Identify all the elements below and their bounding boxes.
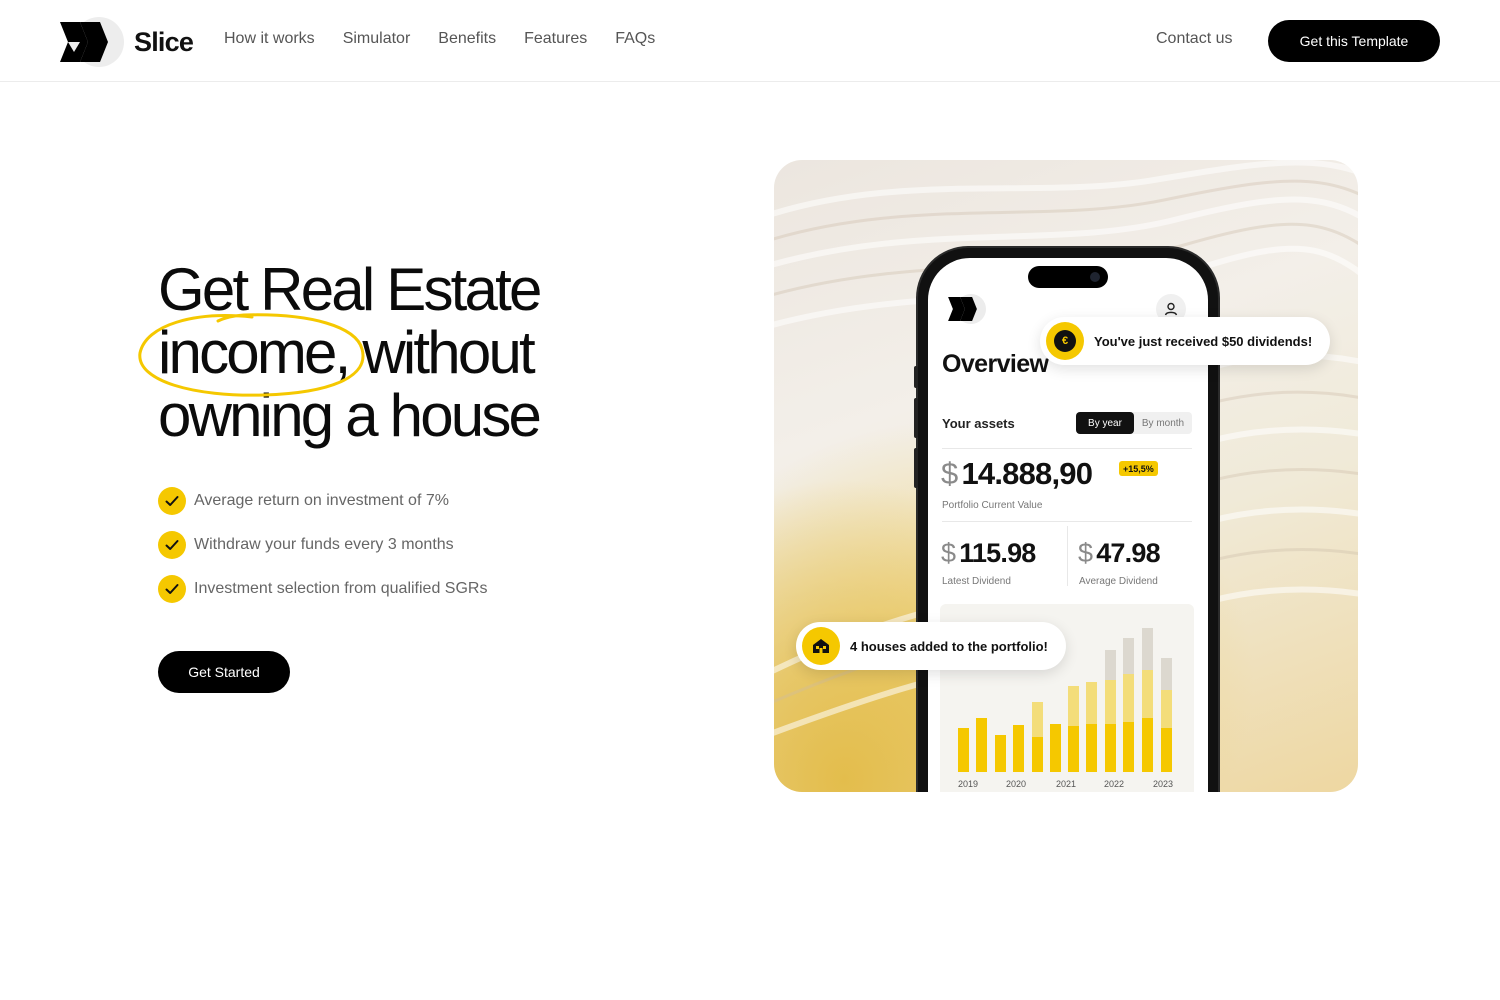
headline-line-1: Get Real Estate <box>158 256 542 323</box>
chart-year-label: 2020 <box>1006 779 1027 789</box>
benefit-text: Withdraw your funds every 3 months <box>194 536 454 553</box>
chart-year-label: 2022 <box>1104 779 1125 789</box>
nav-link-features[interactable]: Features <box>524 30 587 48</box>
app-title: Overview <box>942 350 1049 378</box>
slice-logo-icon <box>60 17 124 67</box>
houses-toast-text: 4 houses added to the portfolio! <box>850 638 1048 654</box>
app-logo-icon <box>946 294 986 324</box>
dynamic-island <box>1028 266 1108 288</box>
nav-link-how-it-works[interactable]: How it works <box>224 30 315 48</box>
portfolio-value: $14.888,90 <box>941 456 1093 492</box>
houses-toast: 4 houses added to the portfolio! <box>796 622 1066 670</box>
hero-visual-card: Overview Your assets By year By month $1… <box>774 160 1358 792</box>
currency-symbol: $ <box>941 538 956 568</box>
headline-highlight: income, <box>138 313 365 397</box>
benefit-list: Average return on investment of 7% Withd… <box>158 487 487 619</box>
nav-link-benefits[interactable]: Benefits <box>438 30 496 48</box>
benefit-item: Investment selection from qualified SGRs <box>158 575 487 603</box>
benefit-text: Investment selection from qualified SGRs <box>194 580 488 597</box>
check-icon <box>158 575 186 603</box>
chart-year-label: 2023 <box>1153 779 1174 789</box>
headline-line-3: owning a house <box>158 382 542 449</box>
benefit-item: Withdraw your funds every 3 months <box>158 531 487 559</box>
dividend-toast: € You've just received $50 dividends! <box>1040 317 1331 365</box>
benefit-text: Average return on investment of 7% <box>194 492 449 509</box>
check-icon <box>158 487 186 515</box>
portfolio-value-label: Portfolio Current Value <box>942 500 1043 511</box>
period-toggle: By year By month <box>1076 412 1192 434</box>
brand-name: Slice <box>134 26 194 57</box>
headline-line-2-rest: without <box>348 319 535 386</box>
dividend-toast-text: You've just received $50 dividends! <box>1094 333 1313 349</box>
portfolio-value-number: 14.888,90 <box>961 456 1093 491</box>
get-template-button[interactable]: Get this Template <box>1268 20 1440 62</box>
nav-links: How it works Simulator Benefits Features… <box>224 30 655 48</box>
currency-symbol: $ <box>1078 538 1093 568</box>
hero-headline: Get Real Estate income, without owning a… <box>138 256 678 449</box>
headline-line-2: income, without <box>138 313 678 397</box>
average-dividend-value: $47.98 <box>1078 538 1161 568</box>
toggle-by-year[interactable]: By year <box>1076 412 1134 434</box>
house-icon <box>802 627 840 665</box>
euro-icon: € <box>1046 322 1084 360</box>
nav-link-simulator[interactable]: Simulator <box>343 30 411 48</box>
contact-link[interactable]: Contact us <box>1156 30 1232 48</box>
average-dividend-label: Average Dividend <box>1079 576 1158 587</box>
chart-year-label: 2019 <box>958 779 979 789</box>
assets-label: Your assets <box>942 416 1015 431</box>
nav-link-faqs[interactable]: FAQs <box>615 30 655 48</box>
currency-symbol: $ <box>941 456 958 491</box>
get-started-button[interactable]: Get Started <box>158 651 290 693</box>
check-icon <box>158 531 186 559</box>
latest-dividend-label: Latest Dividend <box>942 576 1011 587</box>
toggle-by-month[interactable]: By month <box>1134 412 1192 434</box>
latest-dividend-value: $115.98 <box>941 538 1036 568</box>
benefit-item: Average return on investment of 7% <box>158 487 487 515</box>
portfolio-change-badge: +15,5% <box>1119 461 1158 476</box>
chart-year-label: 2021 <box>1056 779 1077 789</box>
brand-logo[interactable]: Slice <box>60 17 194 67</box>
headline-highlight-word: income, <box>158 319 351 386</box>
top-navigation: Slice How it works Simulator Benefits Fe… <box>0 0 1500 82</box>
